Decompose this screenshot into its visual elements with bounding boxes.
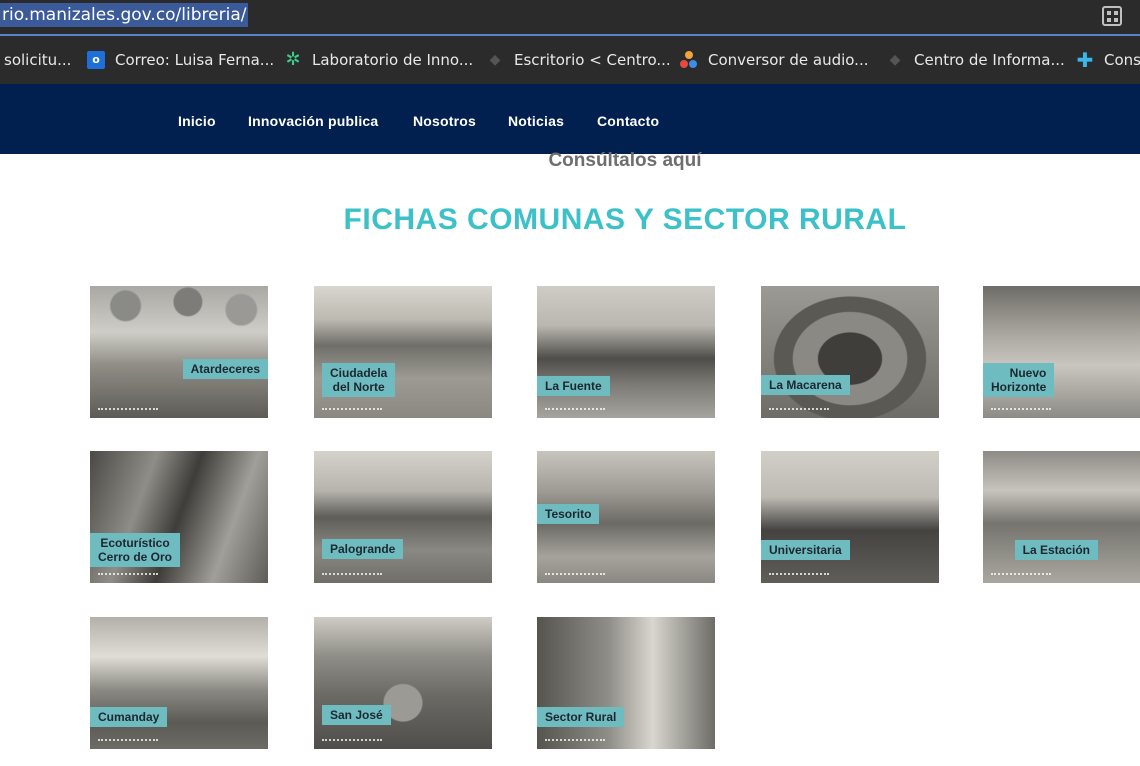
bookmark-label: Laboratorio de Inno...: [312, 51, 474, 69]
card-la-fuente[interactable]: La Fuente: [537, 286, 715, 418]
card-logos: [98, 573, 158, 578]
card-logos: [769, 573, 829, 578]
outlook-icon: o: [87, 51, 105, 69]
card-photo: [90, 617, 268, 749]
lab-icon: ✲: [285, 49, 301, 70]
card-logos: [322, 408, 382, 413]
card-logos: [545, 408, 605, 413]
card-nuevo-horizonte[interactable]: Nuevo Horizonte: [983, 286, 1140, 418]
bookmark-conversor[interactable]: Conversor de audio...: [680, 48, 868, 72]
url-field[interactable]: rio.manizales.gov.co/libreria/: [0, 3, 249, 27]
card-palogrande[interactable]: Palogrande: [314, 451, 492, 583]
card-sector-rural[interactable]: Sector Rural: [537, 617, 715, 749]
card-tesorito[interactable]: Tesorito: [537, 451, 715, 583]
card-cumanday[interactable]: Cumanday: [90, 617, 268, 749]
nav-noticias[interactable]: Noticias: [508, 113, 564, 129]
card-label: La Macarena: [761, 375, 850, 395]
card-photo: [314, 286, 492, 418]
section-subtitle: Consúltalos aquí: [548, 150, 702, 171]
card-logos: [98, 739, 158, 744]
card-logos: [98, 408, 158, 413]
card-label: La Estación: [1014, 540, 1098, 560]
card-photo: [761, 286, 939, 418]
card-logos: [991, 408, 1051, 413]
bookmark-escritorio[interactable]: ◆ Escritorio < Centro...: [486, 48, 671, 72]
card-logos: [545, 739, 605, 744]
card-logos: [322, 573, 382, 578]
bookmark-label: Escritorio < Centro...: [514, 51, 671, 69]
bookmarks-bar: solicitu... o Correo: Luisa Ferna... ✲ L…: [0, 36, 1140, 84]
card-logos: [769, 408, 829, 413]
bookmark-centro-informacion[interactable]: ◆ Centro de Informa...: [886, 48, 1065, 72]
card-la-macarena[interactable]: La Macarena: [761, 286, 939, 418]
card-label: San José: [322, 705, 391, 725]
card-label: Ecoturístico Cerro de Oro: [90, 533, 181, 567]
card-label: Universitaria: [761, 540, 850, 560]
card-photo: [537, 286, 715, 418]
card-logos: [545, 573, 605, 578]
card-label: Atardeceres: [182, 359, 268, 379]
section-title: FICHAS COMUNAS Y SECTOR RURAL: [343, 203, 907, 236]
bookmark-cons[interactable]: ✚ Cons: [1076, 48, 1140, 72]
card-photo: [983, 451, 1140, 583]
generic-site-icon: ◆: [889, 52, 901, 68]
card-photo: [761, 451, 939, 583]
card-label: Ciudadela del Norte: [322, 363, 396, 397]
card-label: Palogrande: [322, 539, 404, 559]
card-label: Sector Rural: [537, 707, 625, 727]
bookmark-label: Cons: [1104, 51, 1140, 69]
bookmark-correo[interactable]: o Correo: Luisa Ferna...: [87, 48, 274, 72]
card-atardeceres[interactable]: Atardeceres: [90, 286, 268, 418]
dots-icon: [680, 51, 698, 69]
card-photo: [983, 286, 1140, 418]
card-photo: [537, 617, 715, 749]
card-la-estacion[interactable]: La Estación: [983, 451, 1140, 583]
bookmark-laboratorio[interactable]: ✲ Laboratorio de Inno...: [284, 48, 473, 72]
card-photo: [90, 286, 268, 418]
nav-innovacion-publica[interactable]: Innovación publica: [248, 113, 378, 129]
extensions-icon[interactable]: [1102, 6, 1122, 26]
bookmark-label: Correo: Luisa Ferna...: [115, 51, 275, 69]
bookmark-label: solicitu...: [4, 51, 72, 69]
card-universitaria[interactable]: Universitaria: [761, 451, 939, 583]
nav-inicio[interactable]: Inicio: [178, 113, 216, 129]
card-san-jose[interactable]: San José: [314, 617, 492, 749]
plus-icon: ✚: [1076, 48, 1094, 72]
generic-site-icon: ◆: [489, 52, 501, 68]
card-ecoturistico-cerro-de-oro[interactable]: Ecoturístico Cerro de Oro: [90, 451, 268, 583]
card-photo: [314, 617, 492, 749]
bookmark-label: Conversor de audio...: [708, 51, 869, 69]
nav-contacto[interactable]: Contacto: [597, 113, 659, 129]
card-label: Cumanday: [90, 707, 168, 727]
browser-address-bar: rio.manizales.gov.co/libreria/: [0, 0, 1140, 34]
card-label: Nuevo Horizonte: [983, 363, 1055, 397]
site-nav: Inicio Innovación publica Nosotros Notic…: [0, 84, 1140, 154]
card-ciudadela-del-norte[interactable]: Ciudadela del Norte: [314, 286, 492, 418]
bookmark-solicitud[interactable]: solicitu...: [4, 48, 71, 72]
card-label: La Fuente: [537, 376, 610, 396]
card-photo: [314, 451, 492, 583]
card-label: Tesorito: [537, 504, 600, 524]
bookmark-label: Centro de Informa...: [914, 51, 1065, 69]
card-logos: [322, 739, 382, 744]
card-logos: [991, 573, 1051, 578]
nav-nosotros[interactable]: Nosotros: [413, 113, 476, 129]
